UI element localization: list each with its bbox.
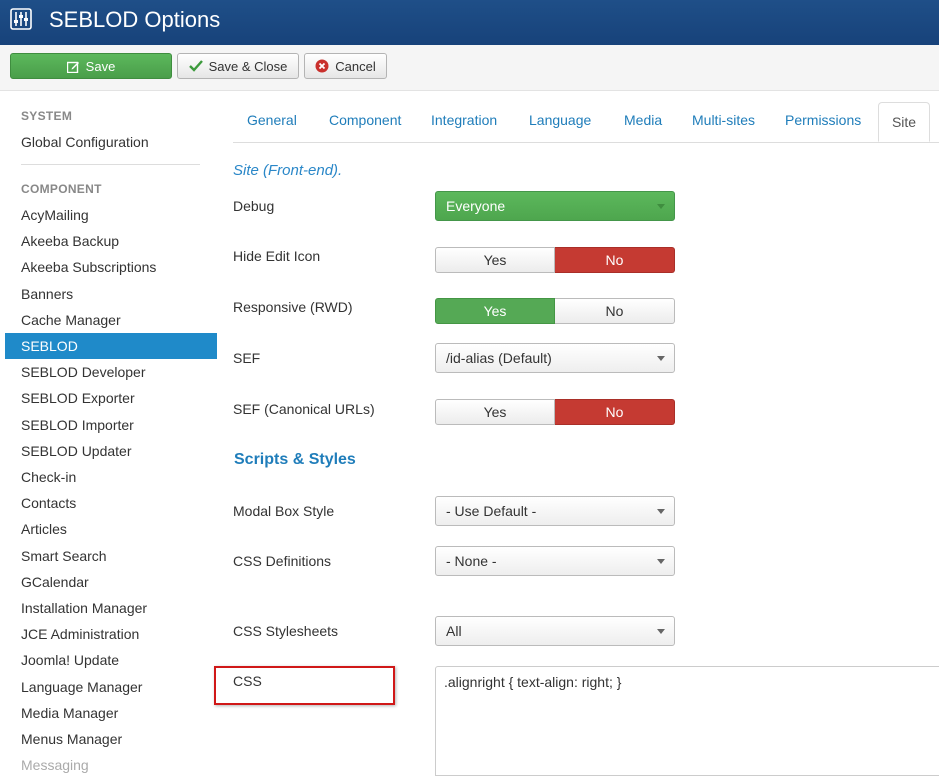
chevron-down-icon [657, 204, 665, 209]
responsive-no-button[interactable]: No [555, 298, 675, 324]
hide-edit-icon-no-button[interactable]: No [555, 247, 675, 273]
tab-bar: General Component Integration Language M… [233, 102, 939, 143]
tab-permissions[interactable]: Permissions [785, 112, 861, 128]
save-close-button[interactable]: Save & Close [177, 53, 299, 79]
css-definitions-label: CSS Definitions [233, 553, 332, 569]
sidebar-item-jce-administration[interactable]: JCE Administration [5, 621, 217, 647]
chevron-down-icon [657, 559, 665, 564]
sidebar-item-acymailing[interactable]: AcyMailing [5, 202, 217, 228]
tab-component[interactable]: Component [329, 112, 401, 128]
sidebar: SYSTEM Global Configuration COMPONENT Ac… [0, 90, 218, 774]
sidebar-divider [21, 164, 200, 165]
sidebar-item-seblod[interactable]: SEBLOD [5, 333, 217, 359]
sidebar-heading-system: SYSTEM [21, 109, 73, 123]
sidebar-item-global-configuration[interactable]: Global Configuration [5, 129, 217, 155]
section-site-heading: Site (Front-end). [233, 162, 343, 179]
css-stylesheets-value: All [446, 623, 462, 639]
sidebar-item-messaging[interactable]: Messaging [5, 752, 217, 778]
tab-general[interactable]: General [247, 112, 297, 128]
check-icon [188, 60, 203, 72]
modal-box-style-select[interactable]: - Use Default - [435, 496, 675, 526]
sidebar-item-menus-manager[interactable]: Menus Manager [5, 726, 217, 752]
css-stylesheets-select[interactable]: All [435, 616, 675, 646]
css-definitions-value: - None - [446, 553, 497, 569]
responsive-yes-button[interactable]: Yes [435, 298, 555, 324]
tab-integration[interactable]: Integration [431, 112, 497, 128]
sidebar-item-akeeba-backup[interactable]: Akeeba Backup [5, 228, 217, 254]
sef-canonical-no-button[interactable]: No [555, 399, 675, 425]
chevron-down-icon [657, 629, 665, 634]
page-title: SEBLOD Options [49, 7, 221, 32]
responsive-toggle: Yes No [435, 298, 675, 324]
tab-multi-sites[interactable]: Multi-sites [692, 112, 755, 128]
sidebar-item-joomla-update[interactable]: Joomla! Update [5, 647, 217, 673]
hide-edit-icon-yes-button[interactable]: Yes [435, 247, 555, 273]
cancel-label: Cancel [335, 58, 376, 74]
sidebar-item-seblod-developer[interactable]: SEBLOD Developer [5, 359, 217, 385]
section-scripts-heading: Scripts & Styles [234, 451, 356, 468]
edit-icon [66, 60, 80, 73]
modal-box-style-label: Modal Box Style [233, 503, 335, 519]
chevron-down-icon [657, 509, 665, 514]
save-button[interactable]: Save [10, 53, 172, 79]
sidebar-item-seblod-exporter[interactable]: SEBLOD Exporter [5, 385, 217, 411]
sidebar-item-installation-manager[interactable]: Installation Manager [5, 595, 217, 621]
tab-language[interactable]: Language [529, 112, 591, 128]
debug-value: Everyone [446, 198, 506, 214]
cancel-button[interactable]: Cancel [304, 53, 387, 79]
sidebar-item-seblod-updater[interactable]: SEBLOD Updater [5, 438, 217, 464]
sidebar-item-articles[interactable]: Articles [5, 516, 217, 542]
sidebar-item-smart-search[interactable]: Smart Search [5, 543, 217, 569]
sidebar-item-contacts[interactable]: Contacts [5, 490, 217, 516]
tab-site[interactable]: Site [878, 102, 930, 142]
css-definitions-select[interactable]: - None - [435, 546, 675, 576]
debug-select[interactable]: Everyone [435, 191, 675, 221]
css-highlight-box [214, 666, 395, 705]
sidebar-item-banners[interactable]: Banners [5, 281, 217, 307]
toolbar: Save Save & Close Cancel [0, 45, 939, 91]
hide-edit-icon-toggle: Yes No [435, 247, 675, 273]
sef-canonical-toggle: Yes No [435, 399, 675, 425]
sef-label: SEF [233, 350, 261, 366]
sidebar-item-check-in[interactable]: Check-in [5, 464, 217, 490]
sef-canonical-yes-button[interactable]: Yes [435, 399, 555, 425]
sliders-icon [10, 8, 32, 30]
css-textarea[interactable]: .alignright { text-align: right; } [435, 666, 939, 776]
sidebar-item-gcalendar[interactable]: GCalendar [5, 569, 217, 595]
chevron-down-icon [657, 356, 665, 361]
save-close-label: Save & Close [208, 58, 288, 74]
sef-canonical-label: SEF (Canonical URLs) [233, 401, 375, 417]
sidebar-item-language-manager[interactable]: Language Manager [5, 674, 217, 700]
css-stylesheets-label: CSS Stylesheets [233, 623, 339, 639]
sef-value: /id-alias (Default) [446, 350, 552, 366]
debug-label: Debug [233, 198, 275, 214]
sidebar-item-media-manager[interactable]: Media Manager [5, 700, 217, 726]
sef-select[interactable]: /id-alias (Default) [435, 343, 675, 373]
responsive-label: Responsive (RWD) [233, 299, 353, 315]
sidebar-item-akeeba-subscriptions[interactable]: Akeeba Subscriptions [5, 254, 217, 280]
cancel-icon [315, 59, 329, 73]
modal-box-style-value: - Use Default - [446, 503, 537, 519]
tab-media[interactable]: Media [624, 112, 662, 128]
save-label: Save [85, 58, 116, 74]
sidebar-item-cache-manager[interactable]: Cache Manager [5, 307, 217, 333]
sidebar-item-seblod-importer[interactable]: SEBLOD Importer [5, 412, 217, 438]
app-header: SEBLOD Options [0, 0, 939, 45]
sidebar-heading-component: COMPONENT [21, 182, 102, 196]
hide-edit-icon-label: Hide Edit Icon [233, 248, 321, 264]
